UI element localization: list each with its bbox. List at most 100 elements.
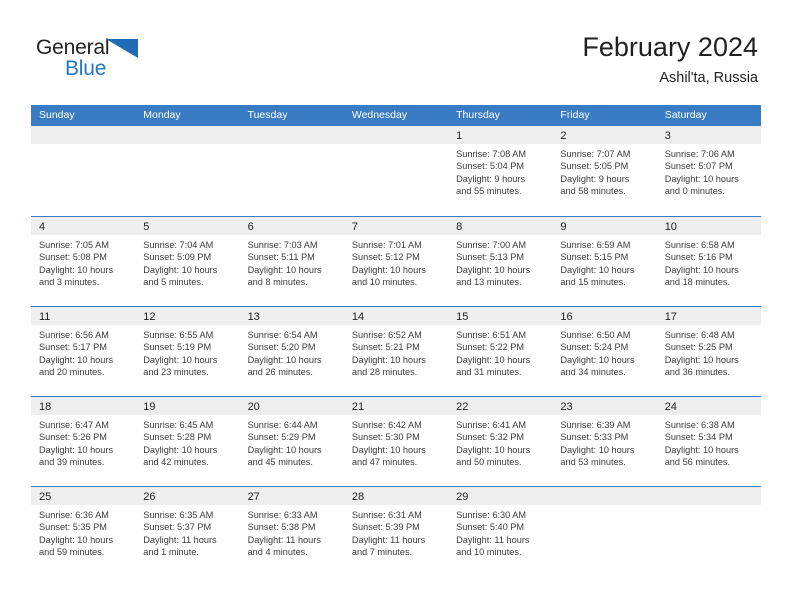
sunset-text: Sunset: 5:24 PM (560, 342, 629, 353)
sunset-text: Sunset: 5:13 PM (456, 252, 525, 263)
day-cell-9[interactable]: 9 Sunrise: 6:59 AM Sunset: 5:15 PM Daylight… (552, 217, 657, 306)
day-cell-16[interactable]: 16 Sunrise: 6:50 AM Sunset: 5:24 PM Dayligh… (552, 307, 657, 396)
day-cell-12[interactable]: 12 Sunrise: 6:55 AM Sunset: 5:19 PM Dayligh… (135, 307, 240, 396)
day-details: Sunrise: 6:36 AM Sunset: 5:35 PM Daylight:… (31, 505, 135, 559)
daylight-text: Daylight: 10 hours (351, 354, 426, 365)
day-details: Sunrise: 7:08 AM Sunset: 5:04 PM Daylight:… (448, 144, 552, 198)
day-cell-8[interactable]: 8 Sunrise: 7:00 AM Sunset: 5:13 PM Daylight… (448, 217, 553, 306)
sunrise-text: Sunrise: 6:47 AM (39, 420, 109, 430)
day-cell-7[interactable]: 7 Sunrise: 7:01 AM Sunset: 5:12 PM Daylight… (343, 217, 449, 306)
day-number: 28 (351, 491, 365, 503)
day-number: 1 (456, 130, 463, 142)
location-label: Ashil'ta, Russia (659, 70, 758, 86)
sunset-text: Sunset: 5:33 PM (560, 432, 629, 443)
day-number: 11 (39, 311, 51, 323)
day-details: Sunrise: 7:00 AM Sunset: 5:13 PM Daylight:… (448, 235, 552, 289)
day-cell-11[interactable]: 11 Sunrise: 6:56 AM Sunset: 5:17 PM Dayligh… (31, 307, 136, 396)
day-cell-empty (31, 126, 136, 216)
page-title: February 2024 (582, 32, 758, 62)
day-number: 29 (456, 491, 469, 503)
day-cell-20[interactable]: 20 Sunrise: 6:44 AM Sunset: 5:29 PM Dayligh… (239, 397, 344, 486)
day-cell-2[interactable]: 2 Sunrise: 7:07 AM Sunset: 5:05 PM Daylight… (552, 126, 657, 216)
day-details: Sunrise: 6:47 AM Sunset: 5:26 PM Daylight:… (31, 415, 135, 469)
sunset-text: Sunset: 5:09 PM (143, 252, 212, 263)
day-cell-14[interactable]: 14 Sunrise: 6:52 AM Sunset: 5:21 PM Dayligh… (343, 307, 449, 396)
day-cell-25[interactable]: 25 Sunrise: 6:36 AM Sunset: 5:35 PM Dayligh… (31, 487, 136, 576)
day-cell-empty (656, 487, 761, 576)
sunset-text: Sunset: 5:35 PM (39, 522, 107, 533)
day-cell-28[interactable]: 28 Sunrise: 6:31 AM Sunset: 5:39 PM Dayligh… (343, 487, 449, 576)
sunset-text: Sunset: 5:11 PM (247, 252, 315, 263)
sunrise-text: Sunrise: 7:05 AM (39, 240, 109, 250)
day-number-band: 26 (135, 487, 240, 505)
daylight-text-cont: and 55 minutes. (456, 186, 522, 197)
day-cell-19[interactable]: 19 Sunrise: 6:45 AM Sunset: 5:28 PM Dayligh… (135, 397, 240, 486)
general-blue-logo[interactable]: General Blue (36, 36, 156, 84)
day-cell-4[interactable]: 4 Sunrise: 7:05 AM Sunset: 5:08 PM Daylight… (31, 217, 136, 306)
day-details: Sunrise: 6:44 AM Sunset: 5:29 PM Daylight:… (240, 415, 344, 469)
daylight-text: Daylight: 10 hours (39, 444, 114, 455)
day-details: Sunrise: 7:03 AM Sunset: 5:11 PM Daylight:… (240, 235, 344, 289)
day-cell-5[interactable]: 5 Sunrise: 7:04 AM Sunset: 5:09 PM Daylight… (135, 217, 240, 306)
weekday-header-wednesday: Wednesday (351, 109, 408, 121)
logo-triangle-icon (106, 39, 138, 58)
sunset-text: Sunset: 5:17 PM (39, 342, 107, 353)
daylight-text-cont: and 31 minutes. (456, 367, 522, 378)
day-number-band: 18 (31, 397, 136, 415)
day-cell-empty (135, 126, 240, 216)
day-number: 10 (664, 221, 677, 233)
day-details (31, 144, 135, 148)
daylight-text: Daylight: 10 hours (664, 173, 739, 184)
day-details: Sunrise: 6:58 AM Sunset: 5:16 PM Daylight:… (657, 235, 761, 289)
sunset-text: Sunset: 5:20 PM (247, 342, 316, 353)
day-cell-6[interactable]: 6 Sunrise: 7:03 AM Sunset: 5:11 PM Daylight… (239, 217, 344, 306)
sunrise-text: Sunrise: 6:41 AM (456, 420, 527, 430)
day-cell-17[interactable]: 17 Sunrise: 6:48 AM Sunset: 5:25 PM Dayligh… (656, 307, 761, 396)
day-cell-21[interactable]: 21 Sunrise: 6:42 AM Sunset: 5:30 PM Dayligh… (343, 397, 449, 486)
sunrise-text: Sunrise: 6:54 AM (247, 330, 318, 340)
day-number: 4 (39, 221, 46, 233)
sunrise-text: Sunrise: 6:59 AM (560, 240, 631, 250)
daylight-text-cont: and 8 minutes. (247, 277, 308, 288)
day-cell-1[interactable]: 1 Sunrise: 7:08 AM Sunset: 5:04 PM Daylight… (448, 126, 553, 216)
day-details: Sunrise: 7:07 AM Sunset: 5:05 PM Daylight:… (552, 144, 656, 198)
daylight-text-cont: and 23 minutes. (143, 367, 209, 378)
daylight-text: Daylight: 11 hours (247, 534, 321, 545)
day-details: Sunrise: 6:54 AM Sunset: 5:20 PM Daylight:… (240, 325, 344, 379)
page-header: General Blue February 2024 Ashil'ta, Rus… (0, 0, 792, 100)
day-details: Sunrise: 6:30 AM Sunset: 5:40 PM Daylight:… (448, 505, 552, 559)
day-cell-27[interactable]: 27 Sunrise: 6:33 AM Sunset: 5:38 PM Dayligh… (239, 487, 344, 576)
day-number-band: 10 (656, 217, 761, 235)
sunrise-text: Sunrise: 6:38 AM (664, 420, 735, 430)
day-cell-26[interactable]: 26 Sunrise: 6:35 AM Sunset: 5:37 PM Dayligh… (135, 487, 240, 576)
daylight-text: Daylight: 9 hours (456, 173, 526, 184)
day-number: 24 (664, 401, 677, 413)
daylight-text: Daylight: 10 hours (39, 354, 114, 365)
day-details (657, 505, 761, 509)
day-cell-3[interactable]: 3 Sunrise: 7:06 AM Sunset: 5:07 PM Daylight… (656, 126, 761, 216)
daylight-text-cont: and 26 minutes. (247, 367, 313, 378)
sunrise-text: Sunrise: 6:36 AM (39, 510, 109, 520)
sunrise-text: Sunrise: 6:31 AM (351, 510, 422, 520)
day-cell-24[interactable]: 24 Sunrise: 6:38 AM Sunset: 5:34 PM Dayligh… (656, 397, 761, 486)
day-cell-18[interactable]: 18 Sunrise: 6:47 AM Sunset: 5:26 PM Dayligh… (31, 397, 136, 486)
sunset-text: Sunset: 5:38 PM (247, 522, 316, 533)
weekday-header-friday: Friday (560, 109, 590, 121)
day-details: Sunrise: 7:06 AM Sunset: 5:07 PM Daylight:… (657, 144, 761, 198)
day-cell-22[interactable]: 22 Sunrise: 6:41 AM Sunset: 5:32 PM Dayligh… (448, 397, 553, 486)
daylight-text: Daylight: 10 hours (247, 354, 322, 365)
calendar-week-row: 18 Sunrise: 6:47 AM Sunset: 5:26 PM Dayligh… (31, 396, 761, 486)
daylight-text-cont: and 47 minutes. (351, 457, 418, 468)
sunrise-text: Sunrise: 6:42 AM (351, 420, 422, 430)
day-cell-13[interactable]: 13 Sunrise: 6:54 AM Sunset: 5:20 PM Dayligh… (239, 307, 344, 396)
day-cell-15[interactable]: 15 Sunrise: 6:51 AM Sunset: 5:22 PM Dayligh… (448, 307, 553, 396)
daylight-text-cont: and 7 minutes. (351, 547, 413, 558)
calendar-page: General Blue February 2024 Ashil'ta, Rus… (0, 0, 792, 612)
day-details (344, 144, 448, 148)
day-number-band (239, 126, 344, 144)
weekday-header-sunday: Sunday (39, 109, 75, 121)
day-cell-23[interactable]: 23 Sunrise: 6:39 AM Sunset: 5:33 PM Dayligh… (552, 397, 657, 486)
day-number-band (31, 126, 136, 144)
day-cell-29[interactable]: 29 Sunrise: 6:30 AM Sunset: 5:40 PM Dayligh… (448, 487, 553, 576)
day-cell-10[interactable]: 10 Sunrise: 6:58 AM Sunset: 5:16 PM Dayligh… (656, 217, 761, 306)
